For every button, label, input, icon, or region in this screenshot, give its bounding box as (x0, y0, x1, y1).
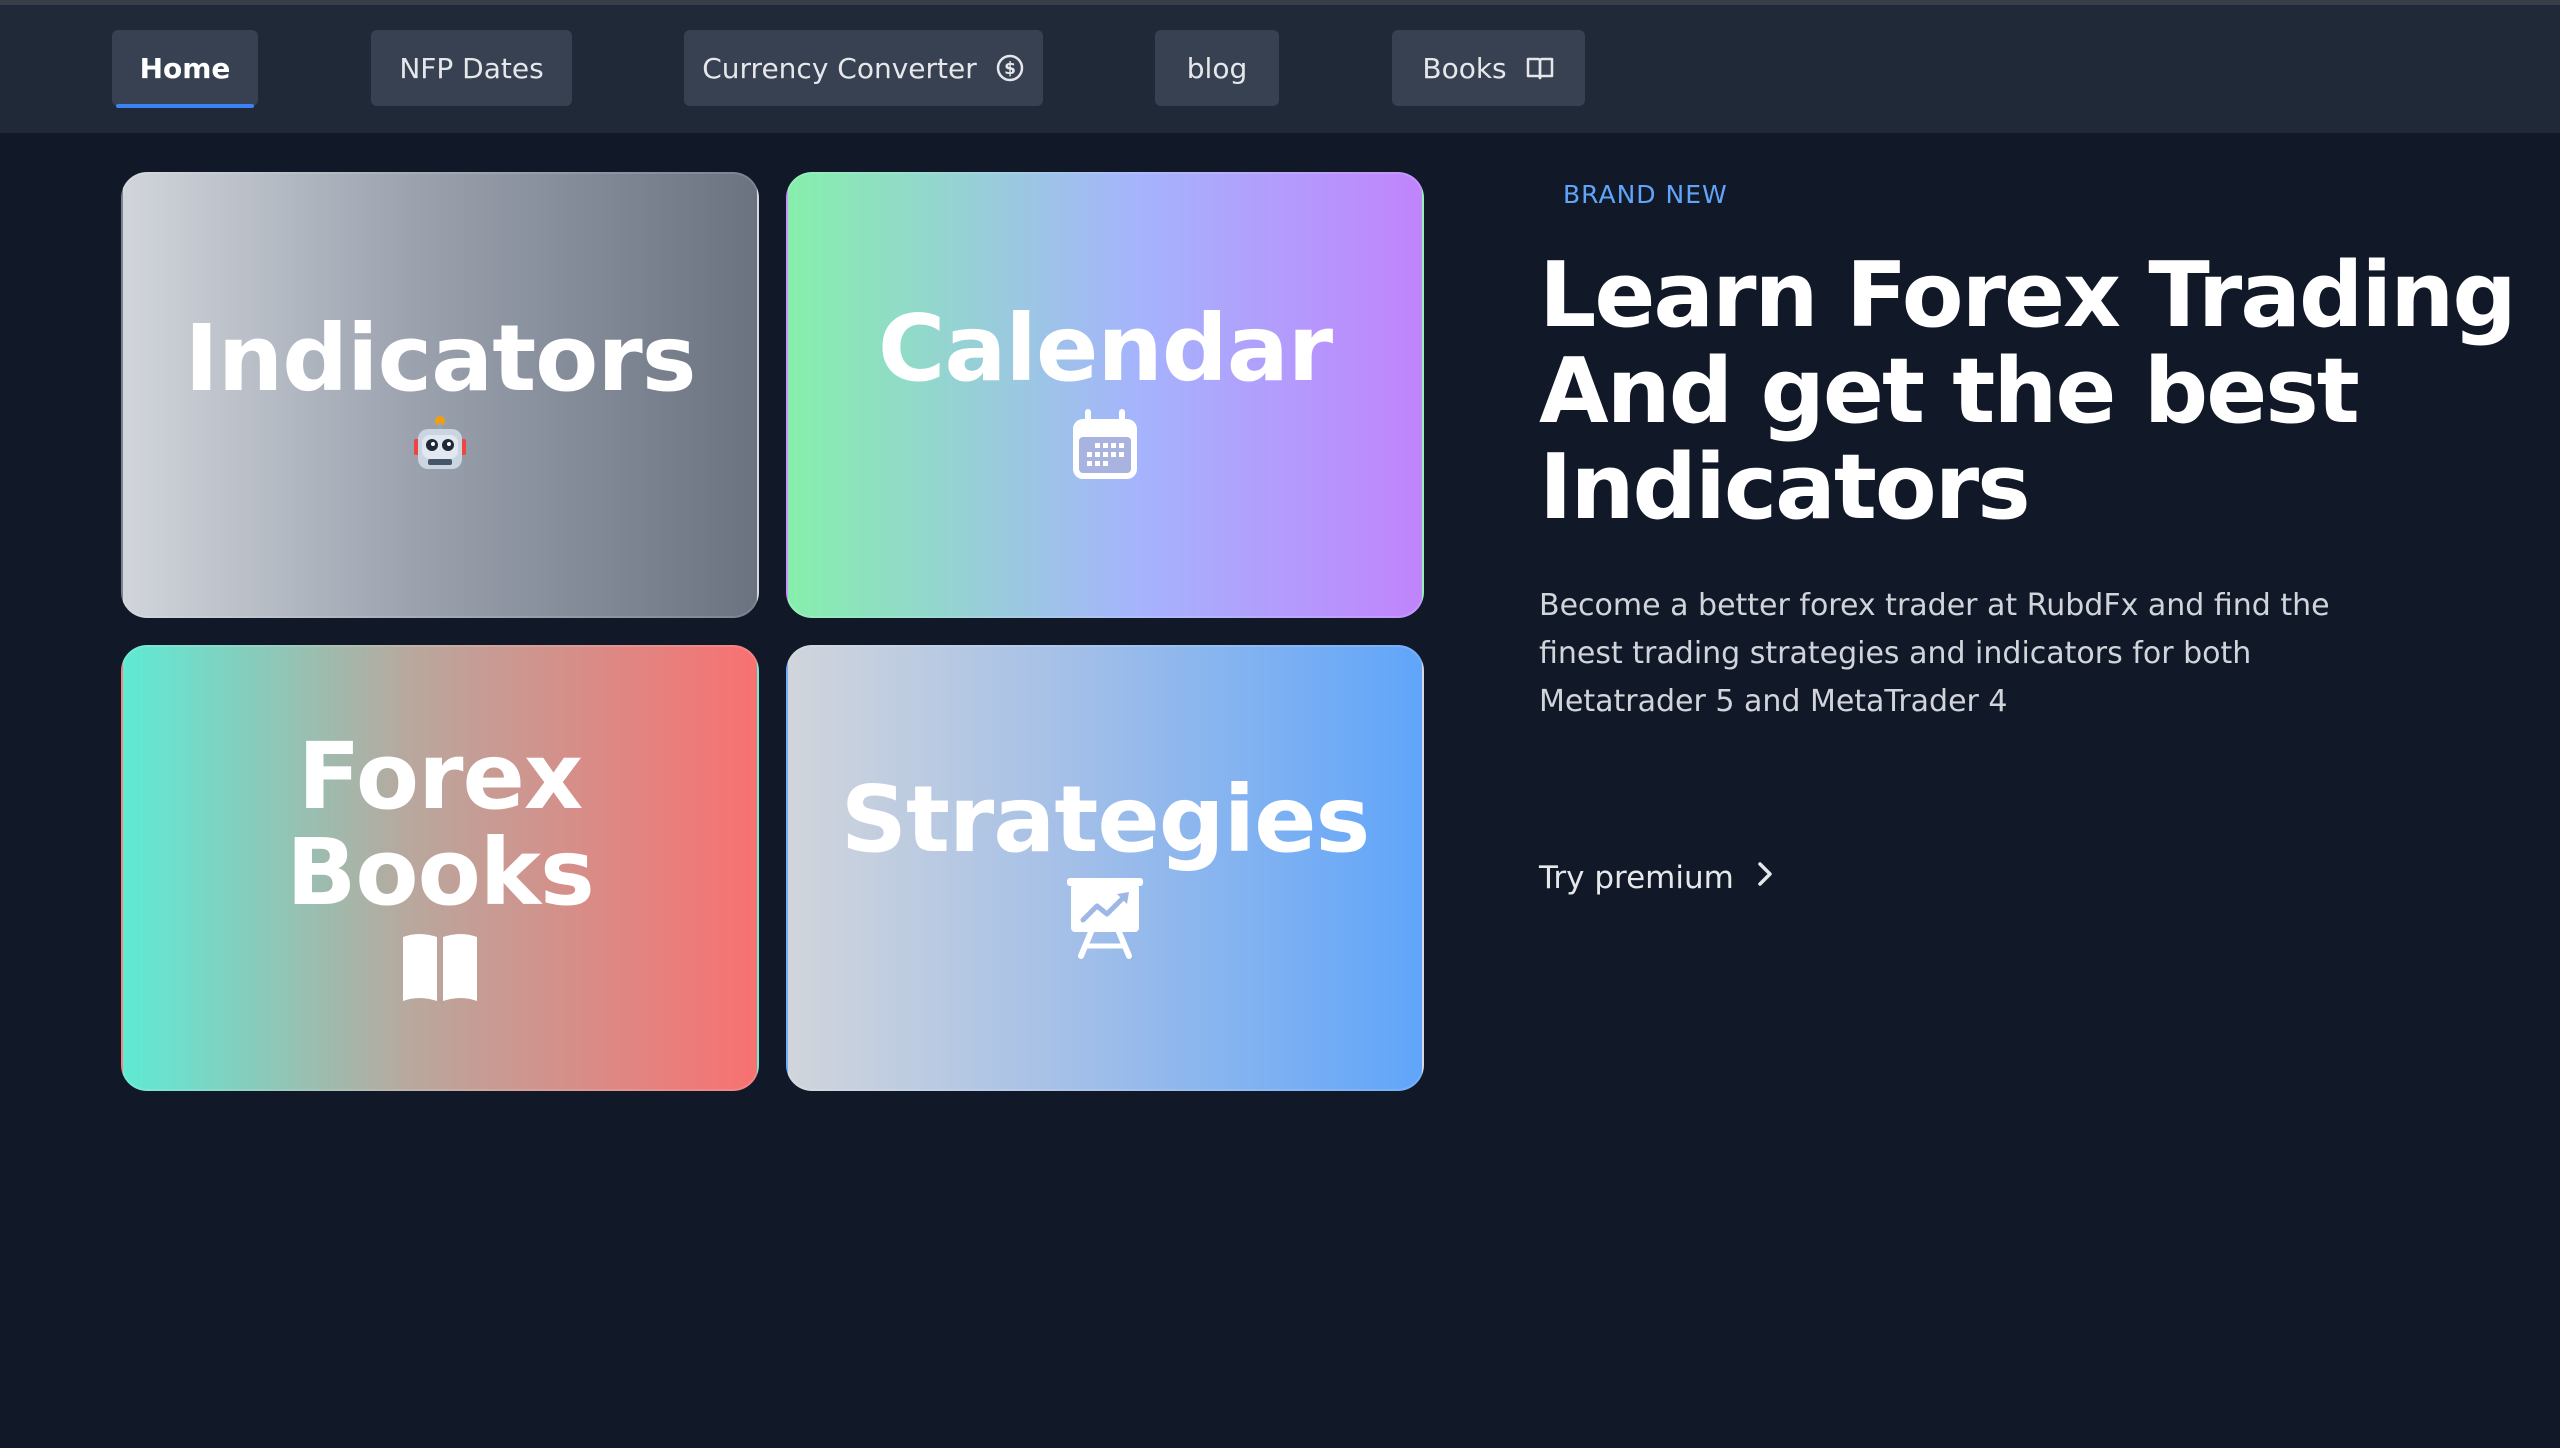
nav-home[interactable]: Home (112, 30, 258, 108)
brand-new-label: BRAND NEW (1563, 180, 1728, 209)
top-navigation: Home NFP Dates Currency Converter $ blog… (0, 5, 2560, 133)
nav-books[interactable]: Books (1392, 30, 1585, 106)
open-book-icon (1525, 55, 1555, 81)
nav-nfp-dates[interactable]: NFP Dates (371, 30, 572, 106)
nav-books-label: Books (1422, 51, 1507, 85)
forex-books-card[interactable]: Forex Books (121, 645, 759, 1091)
try-premium-label: Try premium (1539, 860, 1734, 896)
strategies-card[interactable]: Strategies (786, 645, 1424, 1091)
strategies-card-title: Strategies (840, 766, 1371, 873)
nav-blog[interactable]: blog (1155, 30, 1279, 106)
calendar-card[interactable]: Calendar (786, 172, 1424, 618)
indicators-card[interactable]: Indicators (121, 172, 759, 618)
nav-currency-converter[interactable]: Currency Converter $ (684, 30, 1043, 106)
robot-icon (410, 415, 470, 479)
open-book-icon (399, 929, 481, 1007)
try-premium-link[interactable]: Try premium (1539, 860, 1774, 896)
dollar-circle-icon: $ (995, 53, 1025, 83)
hero-description: Become a better forex trader at RubdFx a… (1539, 588, 2330, 719)
indicators-card-title: Indicators (184, 305, 696, 412)
hero-headline: Learn Forex Trading And get the best Ind… (1539, 243, 2517, 540)
forex-books-card-title: Forex Books (286, 723, 594, 926)
chevron-right-icon (1756, 860, 1774, 896)
svg-text:$: $ (1004, 59, 1016, 79)
nav-home-label: Home (139, 51, 231, 85)
calendar-icon (1065, 405, 1145, 489)
calendar-card-title: Calendar (877, 295, 1333, 402)
presentation-chart-icon (1063, 876, 1147, 964)
nav-currency-converter-label: Currency Converter (702, 51, 977, 85)
nav-blog-label: blog (1186, 51, 1248, 85)
nav-nfp-dates-label: NFP Dates (399, 51, 544, 85)
